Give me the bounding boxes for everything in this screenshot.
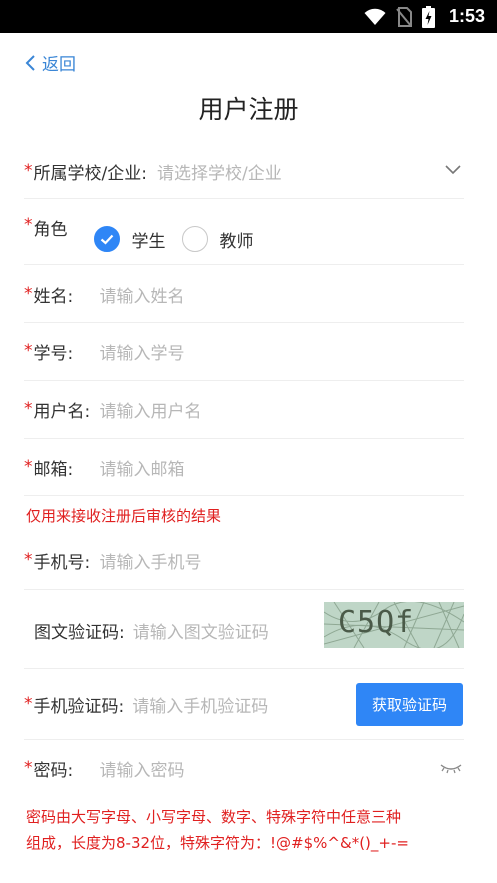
school-placeholder: 请选择学校/企业 [156,163,282,184]
sms-code-input[interactable]: 请输入手机验证码 [132,692,268,717]
role-option-student[interactable]: 学生 [93,226,166,252]
role-option-teacher[interactable]: 教师 [181,226,254,252]
required-mark: * [24,341,33,361]
back-button[interactable]: 返回 [24,50,76,75]
email-field[interactable]: * 邮箱: 请输入邮箱 [24,453,464,481]
name-field[interactable]: * 姓名: 请输入姓名 [24,280,464,308]
image-captcha-input[interactable]: 请输入图文验证码 [133,618,269,643]
sms-code-label: 手机验证码: [33,696,125,717]
required-mark: * [24,457,33,477]
sms-code-field[interactable]: * 手机验证码: 请输入手机验证码 [24,690,344,718]
chevron-left-icon [25,54,35,71]
email-input[interactable]: 请输入邮箱 [100,455,185,480]
school-select[interactable]: * 所属学校/企业: 请选择学校/企业 [24,157,464,185]
username-input[interactable]: 请输入用户名 [100,397,202,422]
divider [24,495,464,496]
phone-label: 手机号: [33,552,91,573]
captcha-code: C5Qf [338,605,415,640]
name-input[interactable]: 请输入姓名 [100,282,185,307]
role-row: * 角色 学生 教师 [24,215,464,252]
name-label: 姓名: [33,286,74,307]
role-label: 角色 [33,220,68,240]
radio-unchecked[interactable] [181,226,208,252]
password-input[interactable]: 请输入密码 [100,756,185,781]
required-mark: * [24,399,33,419]
divider [24,264,464,265]
required-mark: * [24,550,33,570]
required-mark: * [24,161,33,181]
divider [24,739,464,740]
eye-closed-icon[interactable] [440,762,462,774]
role-teacher-label: 教师 [219,231,254,252]
wifi-icon [364,8,386,25]
status-bar: 1:53 [0,0,497,33]
username-field[interactable]: * 用户名: 请输入用户名 [24,395,464,423]
back-label: 返回 [42,55,76,75]
page-title: 用户注册 [198,95,299,124]
divider [24,438,464,439]
divider [24,198,464,199]
phone-field[interactable]: * 手机号: 请输入手机号 [24,546,464,574]
required-mark: * [24,215,33,235]
password-hint-line1: 密码由大写字母、小写字母、数字、特殊字符中任意三种 [26,808,402,826]
role-student-label: 学生 [131,231,166,252]
required-mark: * [24,284,33,304]
get-sms-code-button[interactable]: 获取验证码 [356,683,463,726]
chevron-down-icon[interactable] [444,164,462,176]
password-label: 密码: [33,760,74,781]
image-captcha-field[interactable]: 图文验证码: 请输入图文验证码 [34,616,314,644]
captcha-image[interactable]: C5Qf [324,602,464,648]
email-hint: 仅用来接收注册后审核的结果 [26,507,222,525]
no-sim-icon [396,6,412,27]
battery-charging-icon [421,5,435,28]
student-id-label: 学号: [33,343,74,364]
password-field[interactable]: * 密码: 请输入密码 [24,754,464,782]
divider [24,668,464,669]
student-id-field[interactable]: * 学号: 请输入学号 [24,337,464,365]
image-captcha-label: 图文验证码: [34,622,125,643]
username-label: 用户名: [33,401,91,422]
status-time: 1:53 [448,6,485,26]
required-mark: * [24,758,33,778]
divider [24,380,464,381]
email-label: 邮箱: [33,459,74,480]
password-hint-line2: 组成，长度为8-32位，特殊字符为：!@#$%^&*()_+-= [26,834,409,852]
divider [24,322,464,323]
required-mark: * [24,694,33,714]
school-label: 所属学校/企业: [33,163,147,184]
phone-input[interactable]: 请输入手机号 [100,548,202,573]
student-id-input[interactable]: 请输入学号 [100,339,185,364]
radio-checked[interactable] [93,226,120,252]
divider [24,589,464,590]
check-icon [100,234,113,245]
